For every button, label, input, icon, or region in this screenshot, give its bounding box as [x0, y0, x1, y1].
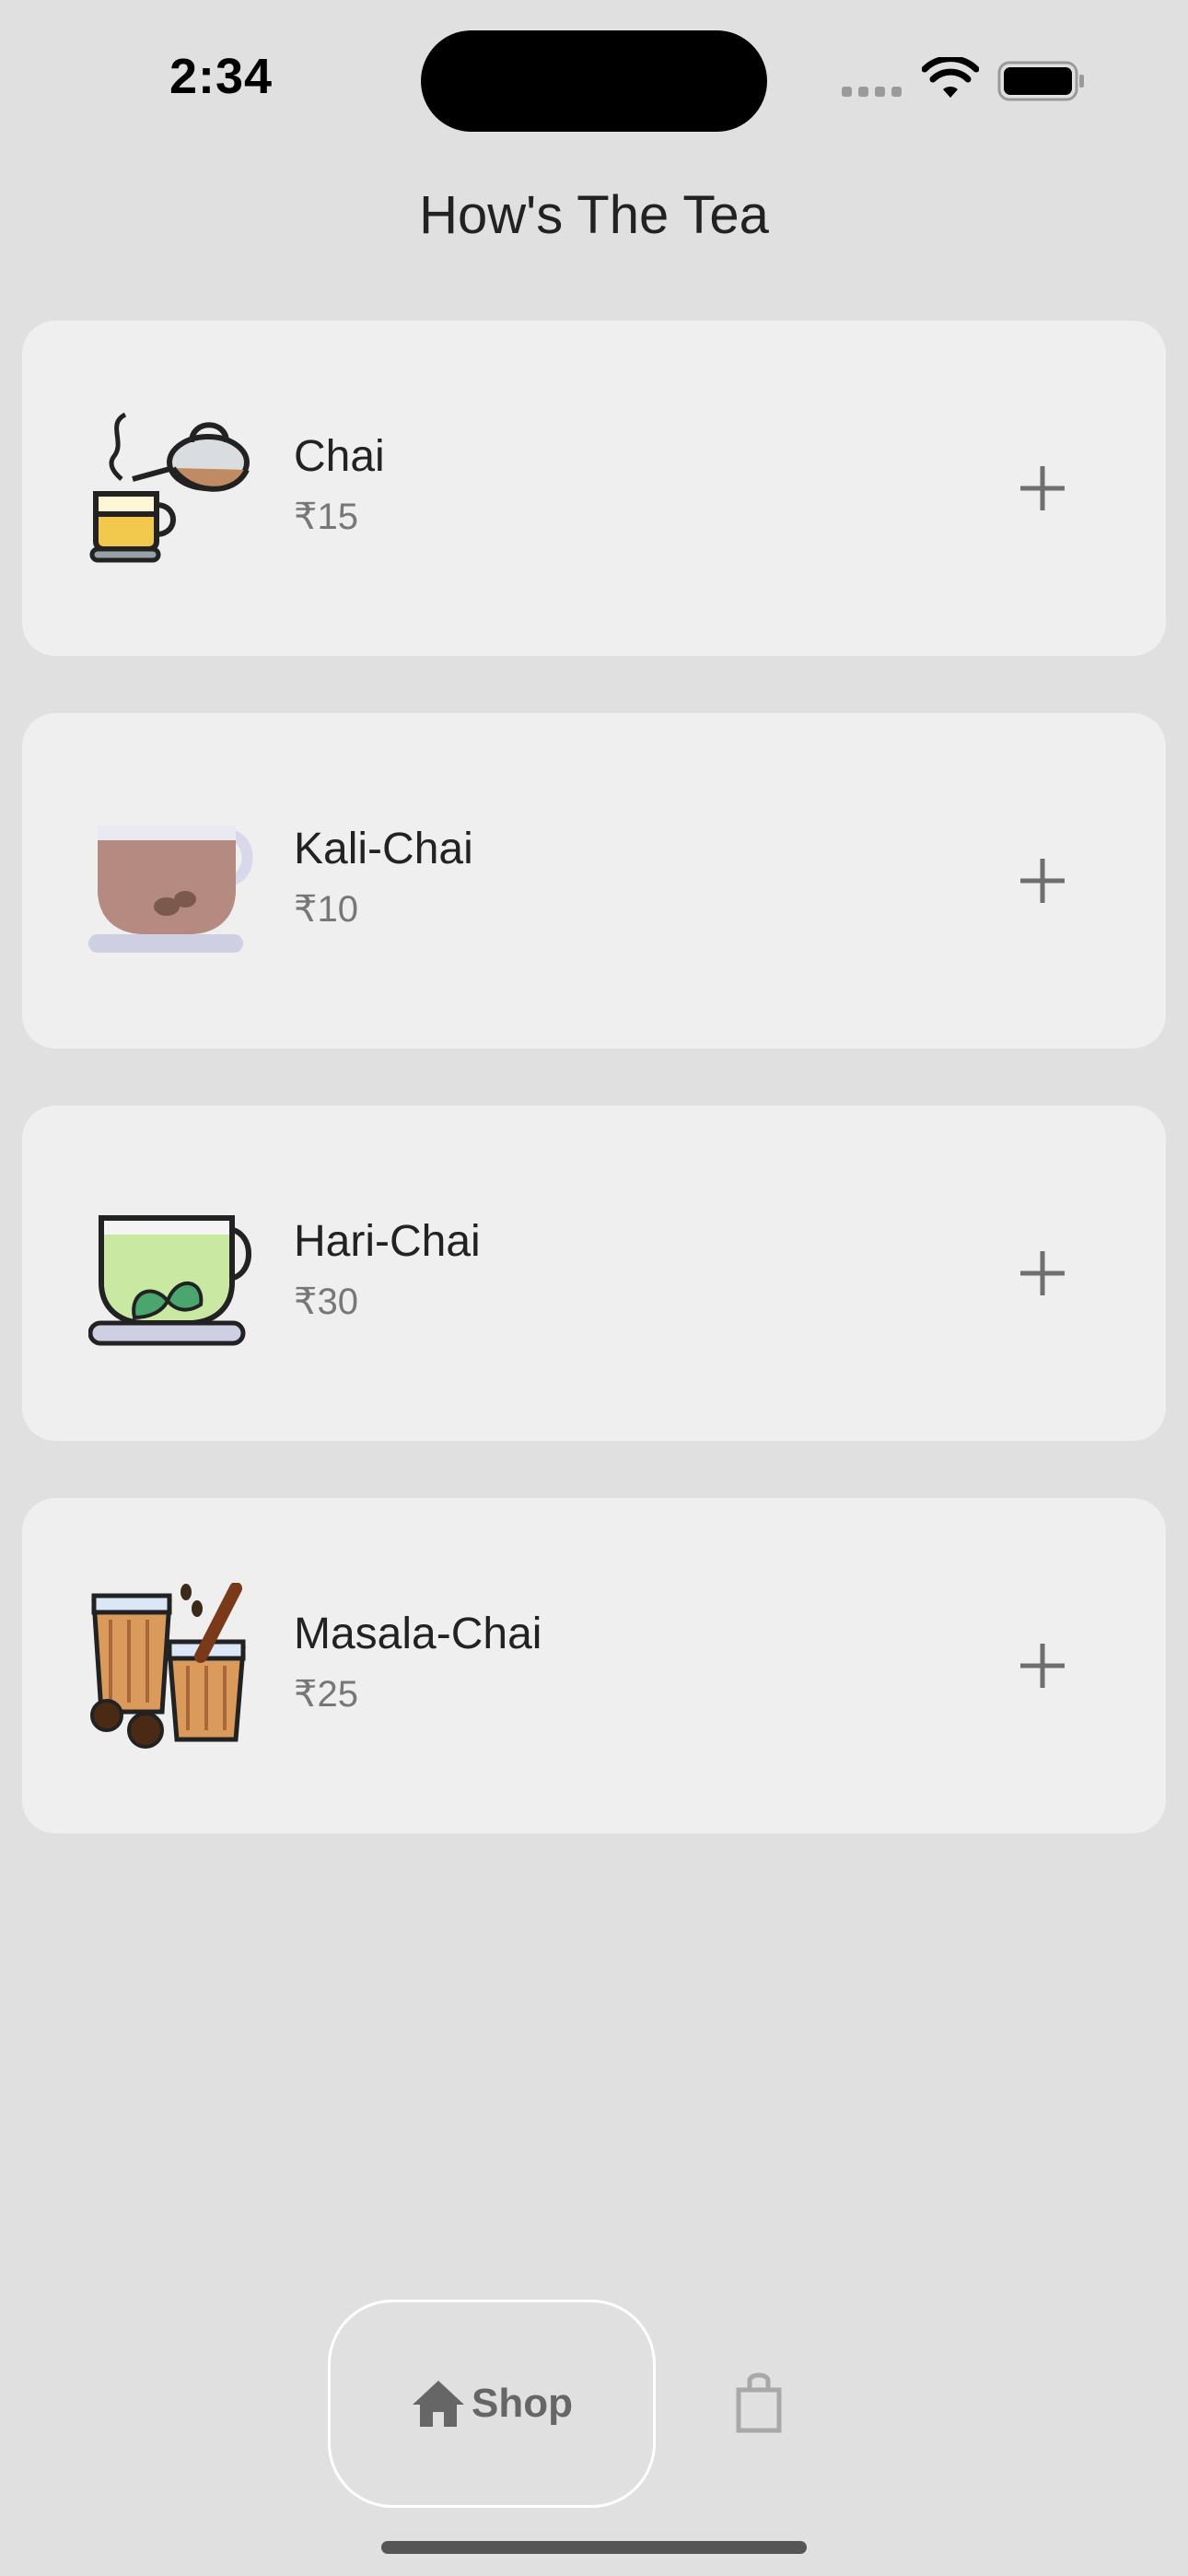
status-time: 2:34: [169, 49, 274, 104]
battery-icon: [997, 61, 1084, 101]
product-name: Chai: [294, 432, 385, 481]
product-price: ₹30: [294, 1282, 358, 1322]
cellular-signal-icon: [842, 87, 902, 97]
masala-chai-glasses-icon: [90, 1583, 246, 1749]
black-tea-cup-icon: [88, 825, 253, 953]
add-to-cart-button[interactable]: [1009, 848, 1076, 914]
product-card[interactable]: Kali-Chai ₹10: [22, 713, 1166, 1048]
home-icon: [413, 2381, 464, 2427]
product-name: Hari-Chai: [294, 1217, 481, 1266]
status-bar: 2:34: [0, 0, 1188, 147]
product-card[interactable]: Chai ₹15: [22, 321, 1166, 656]
product-price: ₹25: [294, 1674, 358, 1715]
green-tea-cup-icon: [88, 1215, 251, 1346]
product-name: Masala-Chai: [294, 1610, 542, 1658]
dynamic-island: [421, 30, 767, 132]
product-name: Kali-Chai: [294, 825, 473, 873]
nav-tab-shop-label: Shop: [472, 2381, 573, 2426]
add-to-cart-button[interactable]: [1009, 1633, 1076, 1699]
nav-tab-shop[interactable]: Shop: [328, 2300, 656, 2508]
shopping-bag-icon[interactable]: [733, 2371, 785, 2434]
product-price: ₹15: [294, 497, 358, 537]
add-to-cart-button[interactable]: [1009, 455, 1076, 521]
wifi-icon: [922, 57, 979, 98]
product-card[interactable]: Hari-Chai ₹30: [22, 1106, 1166, 1441]
add-to-cart-button[interactable]: [1009, 1240, 1076, 1306]
chai-kettle-icon: [89, 412, 250, 563]
product-price: ₹10: [294, 889, 358, 930]
product-card[interactable]: Masala-Chai ₹25: [22, 1498, 1166, 1833]
page-title: How's The Tea: [419, 185, 769, 245]
home-indicator: [381, 2541, 807, 2554]
